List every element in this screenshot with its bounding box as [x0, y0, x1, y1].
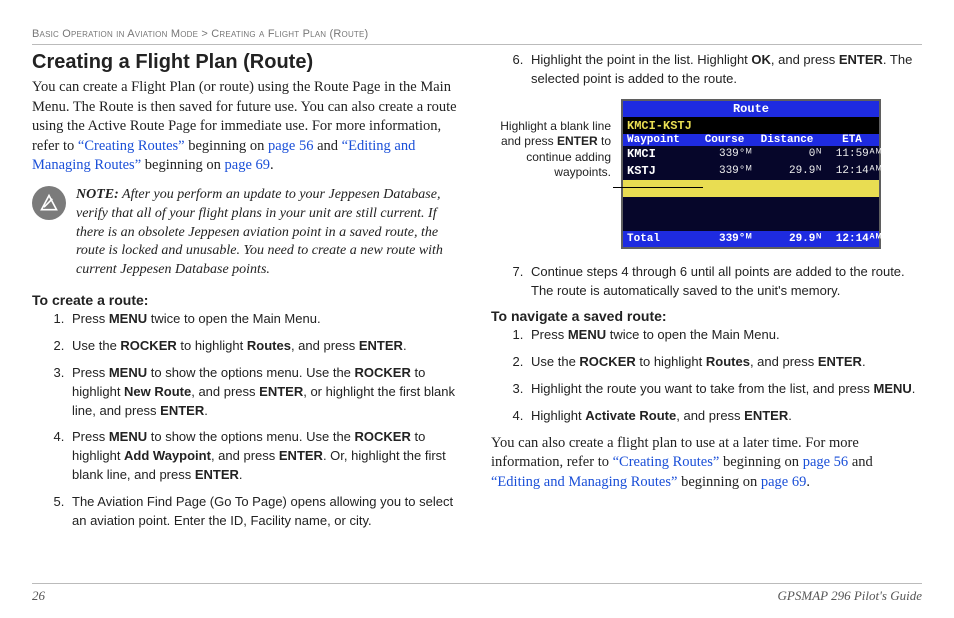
- warning-icon: [32, 186, 66, 220]
- nav-step-1: Press MENU twice to open the Main Menu.: [527, 326, 922, 345]
- step-1: Press MENU twice to open the Main Menu.: [68, 310, 463, 329]
- nav-step-3: Highlight the route you want to take fro…: [527, 380, 922, 399]
- create-route-steps-end: Continue steps 4 through 6 until all poi…: [491, 263, 922, 301]
- page-title: Creating a Flight Plan (Route): [32, 51, 463, 74]
- intro-paragraph: You can create a Flight Plan (or route) …: [32, 78, 463, 176]
- navigate-route-steps: Press MENU twice to open the Main Menu. …: [491, 326, 922, 425]
- page-number: 26: [32, 588, 45, 604]
- figure-callout: Highlight a blank line and press ENTER t…: [491, 99, 611, 181]
- device-figure: Highlight a blank line and press ENTER t…: [491, 99, 922, 249]
- device-row-kstj: KSTJ 339°ᴹ 29.9ᴺ 12:14ᴬᴹ: [623, 163, 879, 180]
- note-block: NOTE: After you perform an update to you…: [32, 186, 463, 280]
- page-footer: 26 GPSMAP 296 Pilot's Guide: [32, 583, 922, 604]
- link-creating-routes-2[interactable]: “Creating Routes”: [613, 454, 720, 470]
- step-2: Use the ROCKER to highlight Routes, and …: [68, 337, 463, 356]
- step-7: Continue steps 4 through 6 until all poi…: [527, 263, 922, 301]
- header-rule: [32, 44, 922, 45]
- link-page-69[interactable]: page 69: [225, 157, 271, 173]
- create-route-steps: Press MENU twice to open the Main Menu. …: [32, 310, 463, 530]
- nav-step-4: Highlight Activate Route, and press ENTE…: [527, 407, 922, 426]
- link-page-56-2[interactable]: page 56: [803, 454, 849, 470]
- device-screen: Route KMCI-KSTJ Waypoint Course Distance…: [621, 99, 881, 249]
- guide-title: GPSMAP 296 Pilot's Guide: [778, 588, 922, 604]
- device-subtitle: KMCI-KSTJ: [623, 118, 879, 134]
- note-text: NOTE: After you perform an update to you…: [76, 186, 463, 280]
- device-total-row: Total 339°ᴹ 29.9ᴺ 12:14ᴬᴹ: [623, 231, 879, 247]
- create-route-steps-cont: Highlight the point in the list. Highlig…: [491, 51, 922, 89]
- subhead-navigate-route: To navigate a saved route:: [491, 308, 922, 324]
- breadcrumb-section: Basic Operation in Aviation Mode: [32, 28, 198, 40]
- link-page-56[interactable]: page 56: [268, 138, 314, 154]
- step-6: Highlight the point in the list. Highlig…: [527, 51, 922, 89]
- step-3: Press MENU to show the options menu. Use…: [68, 364, 463, 421]
- device-blank-area: [623, 197, 879, 231]
- device-headers: Waypoint Course Distance ETA: [623, 134, 879, 146]
- step-5: The Aviation Find Page (Go To Page) open…: [68, 493, 463, 531]
- nav-step-2: Use the ROCKER to highlight Routes, and …: [527, 353, 922, 372]
- link-editing-routes-2[interactable]: “Editing and Managing Routes”: [491, 474, 677, 490]
- step-4: Press MENU to show the options menu. Use…: [68, 428, 463, 485]
- breadcrumb-page: Creating a Flight Plan (Route): [211, 28, 368, 40]
- device-row-kmci: KMCI 339°ᴹ 0ᴺ 11:59ᴬᴹ: [623, 146, 879, 163]
- subhead-create-route: To create a route:: [32, 292, 463, 308]
- breadcrumb: Basic Operation in Aviation Mode > Creat…: [32, 28, 922, 40]
- link-page-69-2[interactable]: page 69: [761, 474, 807, 490]
- left-column: Creating a Flight Plan (Route) You can c…: [32, 51, 463, 539]
- right-column: Highlight the point in the list. Highlig…: [491, 51, 922, 539]
- breadcrumb-sep: >: [198, 28, 211, 40]
- link-creating-routes[interactable]: “Creating Routes”: [78, 138, 185, 154]
- callout-line: [613, 187, 703, 188]
- closing-paragraph: You can also create a flight plan to use…: [491, 434, 922, 493]
- device-row-highlighted: [623, 180, 879, 197]
- device-title: Route: [623, 101, 879, 118]
